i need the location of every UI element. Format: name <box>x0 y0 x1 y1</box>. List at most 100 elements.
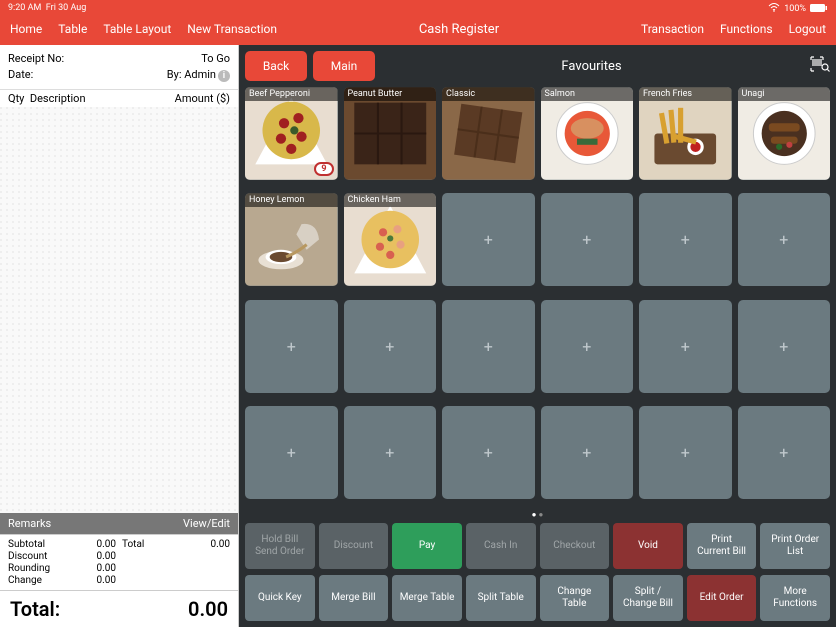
product-tile-unagi[interactable]: Unagi <box>738 87 831 180</box>
product-tile-salmon[interactable]: Salmon <box>541 87 634 180</box>
nav-right: Transaction Functions Logout <box>641 22 826 36</box>
plus-icon: + <box>779 337 788 356</box>
discount-value: 0.00 <box>65 551 116 562</box>
plus-icon: + <box>779 443 788 462</box>
action-change-table[interactable]: ChangeTable <box>540 575 610 621</box>
product-tile-peanut-butter[interactable]: Peanut Butter <box>344 87 437 180</box>
empty-tile[interactable]: + <box>344 406 437 499</box>
rounding-label: Rounding <box>8 563 59 574</box>
grand-total-value: 0.00 <box>188 597 228 621</box>
empty-tile[interactable]: + <box>442 300 535 393</box>
empty-tile[interactable]: + <box>738 406 831 499</box>
action-cash-in: Cash In <box>466 523 536 569</box>
empty-tile[interactable]: + <box>639 300 732 393</box>
change-label: Change <box>8 575 59 586</box>
empty-tile[interactable]: + <box>639 406 732 499</box>
action-merge-table[interactable]: Merge Table <box>392 575 462 621</box>
empty-tile[interactable]: + <box>245 300 338 393</box>
nav-transaction[interactable]: Transaction <box>641 22 704 36</box>
action-split-change-bill[interactable]: Split /Change Bill <box>613 575 683 621</box>
plus-icon: + <box>484 443 493 462</box>
total-mini-value: 0.00 <box>179 539 230 550</box>
remarks-label: Remarks <box>8 517 51 530</box>
product-grid: Beef Pepperoni 9 Peanut Butter Classic Salmo… <box>245 87 830 506</box>
tile-label: Chicken Ham <box>344 193 437 207</box>
subtotal-value: 0.00 <box>65 539 116 550</box>
product-tile-chicken-ham[interactable]: Chicken Ham <box>344 193 437 286</box>
subtotal-label: Subtotal <box>8 539 59 550</box>
product-tile-honey-lemon[interactable]: Honey Lemon <box>245 193 338 286</box>
nav-home[interactable]: Home <box>10 22 42 36</box>
action-print-order-list[interactable]: Print OrderList <box>760 523 830 569</box>
nav-bar: Home Table Table Layout New Transaction … <box>0 15 836 45</box>
plus-icon: + <box>681 443 690 462</box>
action-edit-order[interactable]: Edit Order <box>687 575 757 621</box>
amount-label: Amount ($) <box>175 92 230 105</box>
action-void[interactable]: Void <box>613 523 683 569</box>
plus-icon: + <box>287 443 296 462</box>
nav-table-layout[interactable]: Table Layout <box>103 22 171 36</box>
action-checkout: Checkout <box>540 523 610 569</box>
nav-table[interactable]: Table <box>58 22 87 36</box>
action-more-functions[interactable]: MoreFunctions <box>760 575 830 621</box>
empty-tile[interactable]: + <box>442 193 535 286</box>
plus-icon: + <box>385 337 394 356</box>
back-button[interactable]: Back <box>245 51 307 81</box>
plus-icon: + <box>385 443 394 462</box>
empty-tile[interactable]: + <box>541 300 634 393</box>
action-row-2: Quick KeyMerge BillMerge TableSplit Tabl… <box>245 575 830 621</box>
action-split-table[interactable]: Split Table <box>466 575 536 621</box>
action-merge-bill[interactable]: Merge Bill <box>319 575 389 621</box>
empty-tile[interactable]: + <box>738 300 831 393</box>
battery-icon <box>810 4 828 15</box>
empty-tile[interactable]: + <box>541 193 634 286</box>
empty-tile[interactable]: + <box>639 193 732 286</box>
by-admin: By: Admin <box>167 68 216 81</box>
remarks-bar[interactable]: Remarks View/Edit <box>0 513 238 534</box>
product-panel: Back Main Favourites Beef Pepperoni 9 Pean… <box>239 45 836 627</box>
product-tile-beef-pepperoni[interactable]: Beef Pepperoni 9 <box>245 87 338 180</box>
tile-label: Beef Pepperoni <box>245 87 338 101</box>
wifi-icon <box>768 3 780 15</box>
nav-logout[interactable]: Logout <box>789 22 826 36</box>
grand-total-label: Total: <box>10 597 60 621</box>
empty-tile[interactable]: + <box>344 300 437 393</box>
empty-tile[interactable]: + <box>442 406 535 499</box>
plus-icon: + <box>484 230 493 249</box>
favourites-title: Favourites <box>381 59 802 74</box>
plus-icon: + <box>681 230 690 249</box>
action-row-1: Hold BillSend OrderDiscountPayCash InChe… <box>245 523 830 569</box>
barcode-search-icon[interactable] <box>808 56 830 76</box>
empty-tile[interactable]: + <box>738 193 831 286</box>
empty-tile[interactable]: + <box>245 406 338 499</box>
tile-label: Unagi <box>738 87 831 101</box>
tile-badge: 9 <box>314 162 333 176</box>
product-tile-classic[interactable]: Classic <box>442 87 535 180</box>
main-button[interactable]: Main <box>313 51 375 81</box>
receipt-no-label: Receipt No: <box>8 51 64 67</box>
plus-icon: + <box>681 337 690 356</box>
nav-title: Cash Register <box>277 22 641 37</box>
plus-icon: + <box>287 337 296 356</box>
action-discount: Discount <box>319 523 389 569</box>
page-dots[interactable]: ● ● <box>245 510 830 519</box>
tile-label: Honey Lemon <box>245 193 338 207</box>
action-print-current-bill[interactable]: PrintCurrent Bill <box>687 523 757 569</box>
action-quick-key[interactable]: Quick Key <box>245 575 315 621</box>
grand-total: Total: 0.00 <box>0 591 238 627</box>
product-tile-french-fries[interactable]: French Fries <box>639 87 732 180</box>
status-date: Fri 30 Aug <box>46 3 87 13</box>
nav-new-transaction[interactable]: New Transaction <box>187 22 277 36</box>
plus-icon: + <box>582 337 591 356</box>
change-value: 0.00 <box>65 575 116 586</box>
status-bar: 9:20 AM Fri 30 Aug 100% <box>0 0 836 15</box>
empty-tile[interactable]: + <box>541 406 634 499</box>
nav-functions[interactable]: Functions <box>720 22 773 36</box>
tile-label: Classic <box>442 87 535 101</box>
receipt-body[interactable] <box>0 107 238 513</box>
action-pay[interactable]: Pay <box>392 523 462 569</box>
info-icon[interactable]: i <box>218 70 230 82</box>
remarks-view-edit[interactable]: View/Edit <box>183 517 230 530</box>
status-time: 9:20 AM <box>8 3 41 13</box>
tile-label: Peanut Butter <box>344 87 437 101</box>
